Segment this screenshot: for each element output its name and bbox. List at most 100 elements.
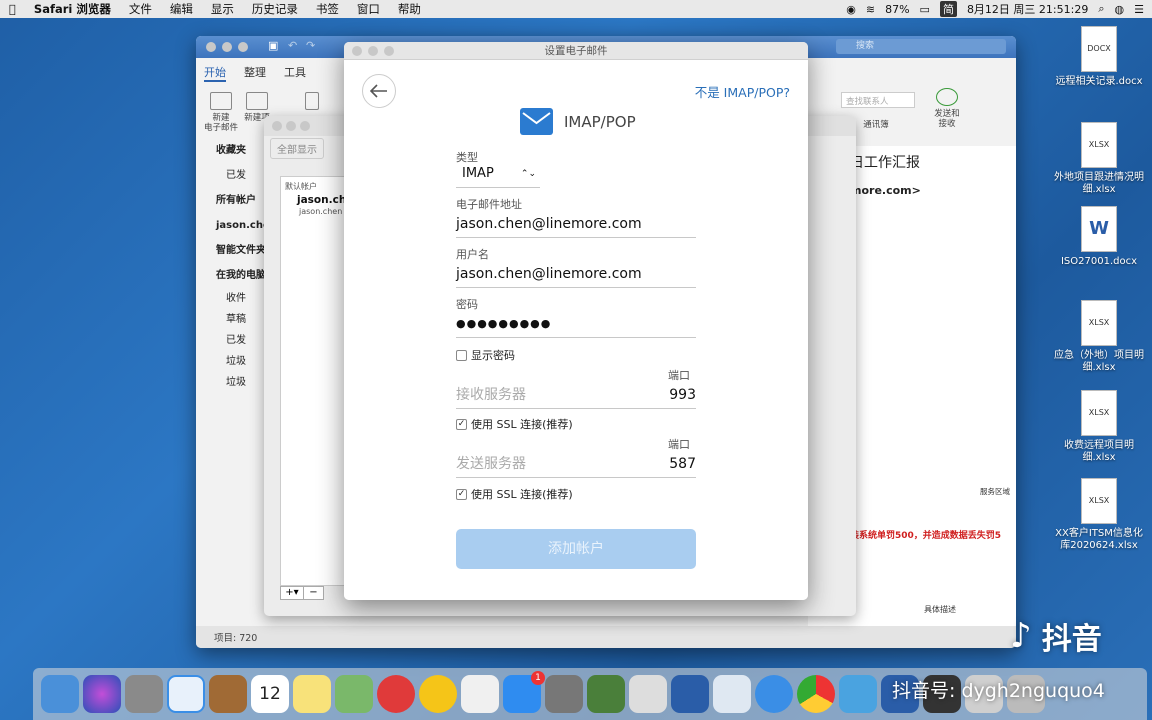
sidebar-on-my-computer[interactable]: 在我的电脑 [196,263,274,288]
show-all-button[interactable]: 全部显示 [270,138,324,159]
word-icon[interactable] [671,675,709,713]
trash-icon [305,92,319,110]
maps-icon[interactable] [335,675,373,713]
notes-icon[interactable] [293,675,331,713]
email-label: 电子邮件地址 [456,198,522,211]
menu-window[interactable]: 窗口 [348,1,389,17]
back-button[interactable] [362,74,396,108]
incoming-ssl-checkbox[interactable]: ✓ 使用 SSL 连接(推荐) [456,416,573,432]
desktop-file[interactable]: XLSX 外地项目跟进情况明细.xlsx [1054,122,1144,196]
music-icon[interactable] [461,675,499,713]
delete-button[interactable] [302,92,322,113]
tab-tools[interactable]: 工具 [284,64,306,82]
outgoing-server-field[interactable]: 发送服务器 [456,454,696,478]
battery-icon[interactable]: ▭ [920,3,930,16]
minimize-window-button[interactable] [368,46,378,56]
sidebar-smart-folders[interactable]: 智能文件夹 [196,238,274,263]
app-store-icon[interactable]: 1 [503,671,545,713]
airmail-icon[interactable] [713,675,751,713]
sidebar-all-accounts[interactable]: 所有帐户 [196,188,274,213]
browser-icon[interactable] [839,675,877,713]
address-book-button[interactable]: 通讯簿 [856,120,896,130]
close-window-button[interactable] [352,46,362,56]
new-email-button[interactable]: 新建 电子邮件 [204,92,238,133]
activity-monitor-icon[interactable] [587,675,625,713]
send-receive-button[interactable]: 发送和 接收 [930,88,964,129]
menu-view[interactable]: 显示 [202,1,243,17]
desktop-file[interactable]: DOCX 远程相关记录.docx [1054,26,1144,88]
save-icon[interactable]: ▣ [268,39,278,52]
finder-icon[interactable] [41,675,79,713]
sidebar-item-junk[interactable]: 垃圾 [196,372,274,393]
password-field[interactable]: ●●●●●●●●● [456,314,696,338]
desktop-file[interactable]: XLSX 收费远程项目明细.xlsx [1054,390,1144,464]
username-field[interactable]: jason.chen@linemore.com [456,264,696,288]
qq-icon[interactable] [755,675,793,713]
record-icon[interactable]: ◉ [846,3,856,16]
outgoing-ssl-checkbox[interactable]: ✓ 使用 SSL 连接(推荐) [456,486,573,502]
zoom-window-button[interactable] [384,46,394,56]
sidebar-sent-favorite[interactable]: 已发 [196,163,274,188]
show-password-checkbox[interactable]: 显示密码 [456,347,515,363]
outlook-search-input[interactable]: 搜索 [836,39,1006,54]
preview-icon[interactable] [629,675,667,713]
ribbon-tabs: 开始 整理 工具 [204,64,306,82]
close-window-button[interactable] [206,42,216,52]
wifi-icon[interactable]: ≋ [866,3,875,16]
incoming-server-field[interactable]: 接收服务器 [456,385,696,409]
undo-icon[interactable]: ↶ [288,39,297,52]
account-name[interactable]: jason.ch [281,192,349,206]
sidebar-item-inbox[interactable]: 收件 [196,288,274,309]
tab-organize[interactable]: 整理 [244,64,266,82]
desktop-file[interactable]: XLSX XX客户ITSM信息化库2020624.xlsx [1054,478,1144,552]
menu-app-name[interactable]: Safari 浏览器 [25,1,120,17]
chrome-icon[interactable] [797,675,835,713]
battery-percent[interactable]: 87% [885,3,909,16]
calendar-icon[interactable]: 12 [251,675,289,713]
sidebar-favorites[interactable]: 收藏夹 [196,138,274,163]
system-preferences-icon[interactable] [545,675,583,713]
sidebar-item-deleted[interactable]: 垃圾 [196,351,274,372]
add-account-button[interactable]: 添加帐户 [456,529,696,569]
apple-icon[interactable]:  [0,2,25,16]
incoming-port-field[interactable]: 993 [669,387,696,403]
contacts-icon[interactable] [209,675,247,713]
menu-edit[interactable]: 编辑 [161,1,202,17]
minimize-window-button[interactable] [222,42,232,52]
launchpad-icon[interactable] [125,675,163,713]
sidebar-item-sent[interactable]: 已发 [196,330,274,351]
menu-file[interactable]: 文件 [120,1,161,17]
siri-icon[interactable]: ◍ [1115,3,1125,16]
contact-search-input[interactable]: 查找联系人 [841,92,915,108]
remove-account-icon[interactable]: − [304,587,323,599]
minimize-window-button[interactable] [286,121,296,131]
close-window-button[interactable] [272,121,282,131]
not-imap-link[interactable]: 不是 IMAP/POP? [695,82,790,101]
siri-icon[interactable] [83,675,121,713]
email-field[interactable]: jason.chen@linemore.com [456,214,696,238]
tab-home[interactable]: 开始 [204,64,226,82]
redo-icon[interactable]: ↷ [306,39,315,52]
spotlight-icon[interactable]: ⌕ [1098,2,1104,16]
xlsx-file-icon: XLSX [1081,122,1117,168]
outgoing-port-field[interactable]: 587 [669,456,696,472]
desktop-file[interactable]: W ISO27001.docx [1054,206,1144,268]
desktop-file-name: XX客户ITSM信息化库2020624.xlsx [1055,528,1143,551]
notification-center-icon[interactable]: ☰ [1134,3,1144,16]
sidebar-account[interactable]: jason.che [196,213,274,238]
menu-help[interactable]: 帮助 [389,1,430,17]
zoom-window-button[interactable] [300,121,310,131]
clock[interactable]: 8月12日 周三 21:51:29 [967,1,1088,17]
add-account-icon[interactable]: +▾ [281,587,304,599]
safari-icon[interactable] [167,675,205,713]
menu-history[interactable]: 历史记录 [243,1,307,17]
netease-music-icon[interactable] [377,675,415,713]
desktop-file[interactable]: XLSX 应急（外地）项目明细.xlsx [1054,300,1144,374]
sidebar-item-drafts[interactable]: 草稿 [196,309,274,330]
input-method-icon[interactable]: 简 [939,1,957,17]
zoom-window-button[interactable] [238,42,248,52]
type-select[interactable]: IMAP ⌃⌄ [456,164,540,188]
menu-bookmarks[interactable]: 书签 [307,1,348,17]
qq-music-icon[interactable] [419,675,457,713]
service-area-label: 服务区域 [980,487,1010,496]
